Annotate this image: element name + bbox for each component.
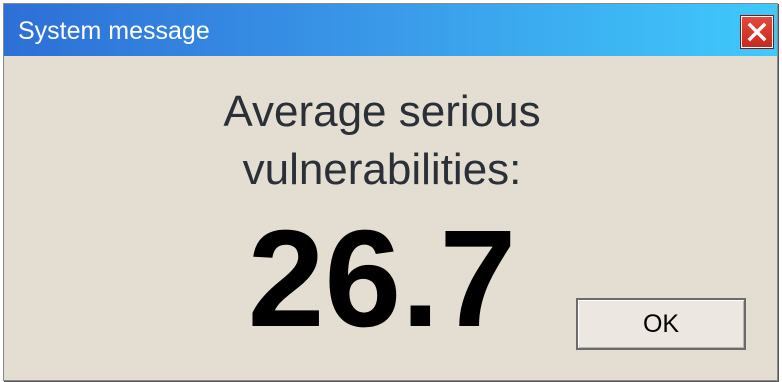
system-message-dialog: System message Average serious vulnerabi… [3,3,778,381]
ok-button[interactable]: OK [576,298,746,350]
close-icon [747,22,767,42]
message-line-2: vulnerabilities: [242,145,522,194]
close-button[interactable] [741,16,773,48]
window-title: System message [18,17,210,45]
title-bar[interactable]: System message [4,4,777,56]
message-line-1: Average serious [223,87,541,136]
